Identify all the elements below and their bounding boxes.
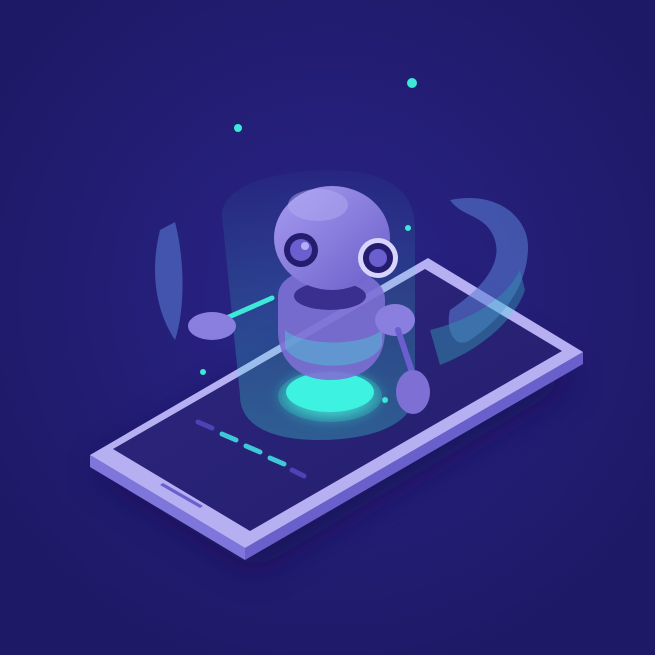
robot-eye-right xyxy=(369,249,387,267)
robot-shoulder xyxy=(375,304,415,336)
robot-eye-left-glint xyxy=(301,242,309,250)
robot-eye-left xyxy=(290,239,312,261)
robot-left-hand xyxy=(188,312,236,340)
robot-hologram-illustration xyxy=(0,0,655,655)
robot-right-hand xyxy=(396,370,430,414)
robot-head-highlight xyxy=(288,189,348,221)
illustration-stage xyxy=(0,0,655,655)
